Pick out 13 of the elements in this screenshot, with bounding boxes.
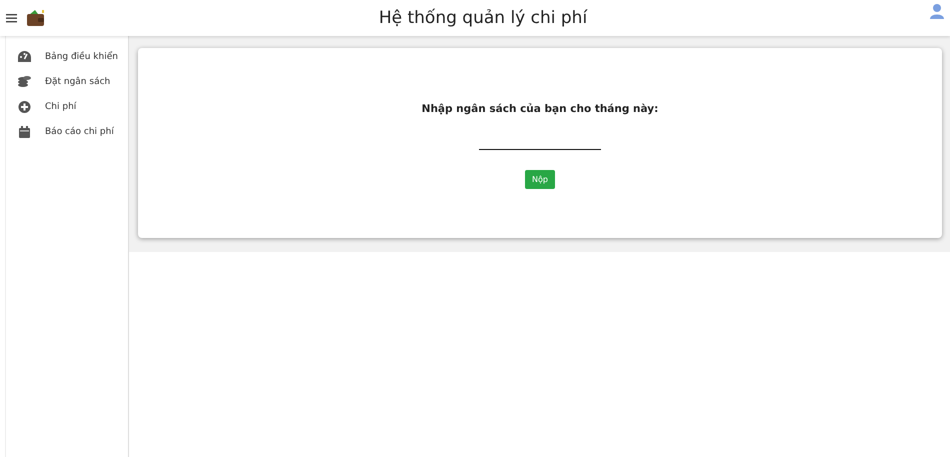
menu-icon[interactable] <box>6 13 17 23</box>
sidebar-item[interactable]: Đặt ngân sách <box>6 69 128 94</box>
gauge-icon <box>18 51 31 62</box>
coins-icon <box>18 76 31 87</box>
app-title: Hệ thống quản lý chi phí <box>378 8 588 28</box>
sidebar-item[interactable]: Báo cáo chi phí <box>6 119 128 144</box>
calendar-icon <box>18 126 31 138</box>
sidebar-item[interactable]: Chi phí <box>6 94 128 119</box>
budget-prompt: Nhập ngân sách của bạn cho tháng này: <box>422 103 658 115</box>
sidebar-item[interactable]: Bảng điều khiển <box>6 44 128 69</box>
user-avatar-icon[interactable] <box>930 3 944 19</box>
plus-circle-icon <box>18 100 31 112</box>
wallet-icon[interactable] <box>26 9 46 27</box>
